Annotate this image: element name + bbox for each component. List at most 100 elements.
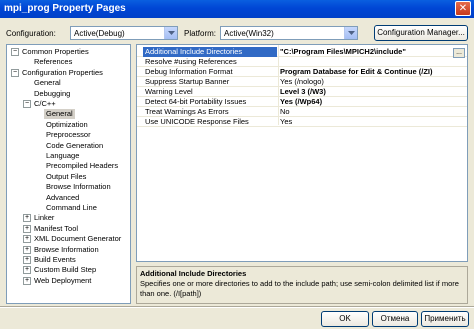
tree-node-label[interactable]: Build Events [34, 255, 76, 265]
tree-node-label[interactable]: Optimization [46, 120, 88, 130]
expand-icon[interactable]: + [23, 224, 31, 233]
property-row[interactable]: Debug Information Format Program Database… [137, 67, 467, 77]
property-name: Treat Warnings As Errors [145, 107, 229, 116]
tree-node-label[interactable]: Web Deployment [34, 276, 91, 286]
platform-value: Active(Win32) [224, 29, 274, 38]
tree-node[interactable]: Preprocessor [7, 130, 130, 140]
property-value[interactable]: "C:\Program Files\MPICH2\include" [280, 47, 455, 57]
description-title: Additional Include Directories [140, 269, 247, 278]
tree-node[interactable]: + Manifest Tool [7, 224, 130, 234]
property-value[interactable]: Yes (/Wp64) [280, 97, 455, 107]
close-icon[interactable]: ✕ [455, 1, 471, 16]
property-value[interactable]: Yes (/nologo) [280, 77, 455, 87]
property-row[interactable]: Detect 64-bit Portability Issues Yes (/Wp… [137, 97, 467, 107]
tree-node[interactable]: Debugging [7, 89, 130, 99]
tree-node-label[interactable]: Code Generation [46, 141, 103, 151]
tree-node[interactable]: Browse Information [7, 182, 130, 192]
tree-node-label[interactable]: XML Document Generator [34, 234, 121, 244]
expand-icon[interactable]: + [23, 235, 31, 244]
window-title: mpi_prog Property Pages [4, 3, 126, 14]
property-grid[interactable]: Additional Include Directories "C:\Progra… [136, 44, 468, 262]
tree-node[interactable]: Optimization [7, 120, 130, 130]
tree-node[interactable]: General [7, 109, 130, 120]
property-name: Suppress Startup Banner [145, 77, 230, 86]
configuration-manager-button[interactable]: Configuration Manager... [374, 25, 468, 41]
property-row[interactable]: Use UNICODE Response Files Yes [137, 117, 467, 127]
tree-node[interactable]: − Common Properties [7, 47, 130, 57]
property-name: Warning Level [145, 87, 193, 96]
tree-node-label[interactable]: Browse Information [46, 182, 111, 192]
tree-node[interactable]: + XML Document Generator [7, 234, 130, 244]
tree-node-label[interactable]: Language [46, 151, 79, 161]
tree-node[interactable]: + Linker [7, 213, 130, 223]
collapse-icon[interactable]: − [11, 68, 19, 77]
property-name: Detect 64-bit Portability Issues [145, 97, 247, 106]
tree-node[interactable]: + Browse Information [7, 245, 130, 255]
expand-icon[interactable]: + [23, 276, 31, 285]
property-value[interactable]: No [280, 107, 455, 117]
ok-button[interactable]: OK [321, 311, 369, 327]
property-value[interactable]: Level 3 (/W3) [280, 87, 455, 97]
description-panel: Additional Include Directories Specifies… [136, 266, 468, 304]
tree-node[interactable]: Output Files [7, 172, 130, 182]
tree-node-label[interactable]: Configuration Properties [22, 68, 103, 78]
tree-node[interactable]: − C/C++ [7, 99, 130, 109]
footer-divider [0, 306, 474, 308]
configuration-value: Active(Debug) [74, 29, 125, 38]
platform-select[interactable]: Active(Win32) [220, 26, 358, 40]
tree-node[interactable]: Command Line [7, 203, 130, 213]
tree-node-label[interactable]: General [34, 78, 61, 88]
tree-node-label[interactable]: Precompiled Headers [46, 161, 118, 171]
expand-icon[interactable]: + [23, 256, 31, 264]
collapse-icon[interactable]: − [23, 100, 31, 108]
property-row[interactable]: Warning Level Level 3 (/W3) [137, 87, 467, 97]
title-bar: mpi_prog Property Pages ✕ [0, 0, 474, 18]
tree-node[interactable]: Code Generation [7, 141, 130, 151]
property-row[interactable]: Suppress Startup Banner Yes (/nologo) [137, 77, 467, 87]
tree-node[interactable]: References [7, 57, 130, 67]
property-row[interactable]: Resolve #using References [137, 57, 467, 67]
cancel-button[interactable]: Отмена [372, 311, 418, 327]
tree-node-label[interactable]: Output Files [46, 172, 86, 182]
tree-node-label[interactable]: Browse Information [34, 245, 99, 255]
tree-node[interactable]: General [7, 78, 130, 88]
tree-node-label[interactable]: Preprocessor [46, 130, 91, 140]
tree-node[interactable]: − Configuration Properties [7, 68, 130, 78]
tree-node-label[interactable]: Command Line [46, 203, 97, 213]
tree-node-label[interactable]: Debugging [34, 89, 70, 99]
expand-icon[interactable]: + [23, 245, 31, 254]
property-row[interactable]: Additional Include Directories "C:\Progra… [137, 47, 467, 58]
chevron-down-icon[interactable] [344, 27, 357, 39]
tree-node[interactable]: + Web Deployment [7, 276, 130, 286]
tree-node-label[interactable]: Linker [34, 213, 54, 223]
property-name: Use UNICODE Response Files [145, 117, 249, 126]
tree-node-label[interactable]: References [34, 57, 72, 67]
description-text: Specifies one or more directories to add… [140, 279, 459, 298]
property-value[interactable]: Program Database for Edit & Continue (/Z… [280, 67, 455, 77]
property-name: Resolve #using References [145, 57, 237, 66]
property-tree[interactable]: − Common Properties References − Configurati… [6, 44, 131, 304]
expand-icon[interactable]: + [23, 214, 31, 223]
tree-node[interactable]: Language [7, 151, 130, 161]
property-name: Debug Information Format [145, 67, 233, 76]
platform-label: Platform: [184, 29, 217, 38]
apply-button[interactable]: Применить [421, 311, 469, 327]
configuration-select[interactable]: Active(Debug) [70, 26, 178, 40]
tree-node-label[interactable]: Common Properties [22, 47, 89, 57]
chevron-down-icon[interactable] [164, 27, 177, 39]
property-value[interactable]: Yes [280, 117, 455, 127]
tree-node[interactable]: Advanced [7, 193, 130, 203]
tree-node[interactable]: Precompiled Headers [7, 161, 130, 171]
property-name: Additional Include Directories [143, 47, 277, 57]
tree-node-label[interactable]: Custom Build Step [34, 265, 96, 275]
configuration-label: Configuration: [6, 29, 56, 38]
tree-node-label[interactable]: C/C++ [34, 99, 56, 109]
property-row[interactable]: Treat Warnings As Errors No [137, 107, 467, 117]
tree-node-label[interactable]: Manifest Tool [34, 224, 78, 234]
expand-icon[interactable]: + [23, 266, 31, 275]
tree-node[interactable]: + Custom Build Step [7, 265, 130, 275]
tree-node-label[interactable]: Advanced [46, 193, 79, 203]
collapse-icon[interactable]: − [11, 48, 19, 56]
tree-node[interactable]: + Build Events [7, 255, 130, 265]
tree-node-label[interactable]: General [44, 109, 75, 120]
